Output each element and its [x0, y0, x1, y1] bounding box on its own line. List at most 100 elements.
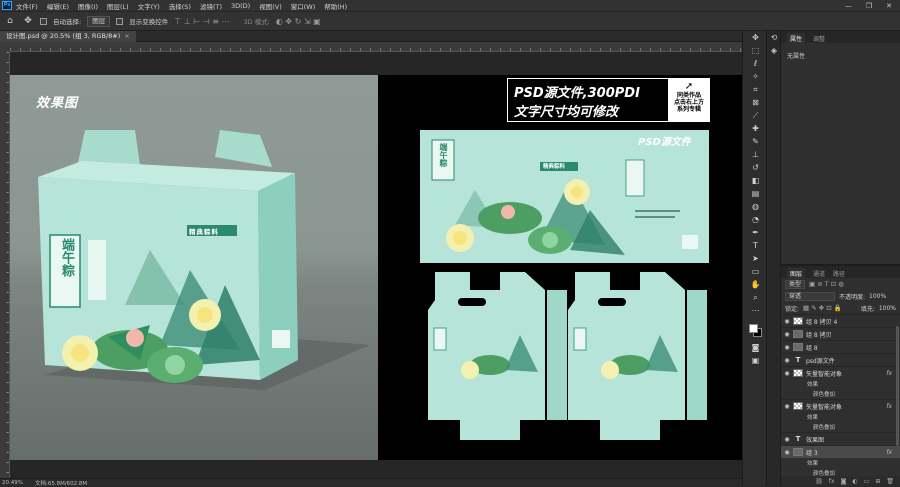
canvas-area[interactable]: 效果图 端午粽 精典粽料 PSD源文件,300PDI 文字尺寸均可修改 ➚ 同类…	[10, 52, 742, 478]
healing-brush-icon[interactable]: ✚	[743, 122, 768, 135]
layer-row-selected[interactable]: ◉ 组 3 fx	[781, 445, 900, 458]
brush-icon[interactable]: ✎	[743, 135, 768, 148]
layers-tabs: 图层 通道 路径	[781, 266, 900, 278]
visibility-eye-icon[interactable]: ◉	[781, 318, 793, 325]
magic-wand-icon[interactable]: ✧	[743, 70, 768, 83]
tab-layers[interactable]: 图层	[787, 268, 806, 278]
pen-icon[interactable]: ✒	[743, 226, 768, 239]
layers-scrollbar[interactable]	[896, 326, 899, 446]
move-tool-icon[interactable]: ✥	[22, 15, 34, 27]
tab-adjustments[interactable]: 调整	[813, 34, 825, 43]
menu-file[interactable]: 文件(F)	[16, 1, 38, 11]
move-icon[interactable]: ✥	[743, 31, 768, 44]
lock-icons[interactable]: ▦ ✎ ✥ ⊡ 🔒	[803, 304, 842, 312]
minimize-button[interactable]: —	[845, 2, 852, 10]
maximize-button[interactable]: ❐	[866, 2, 872, 10]
new-layer-icon[interactable]: ⊞	[875, 478, 880, 485]
visibility-eye-icon[interactable]: ◉	[781, 370, 793, 377]
layer-filter-icons[interactable]: ▣ ⊘ T ⊡ ◍	[809, 280, 844, 288]
layer-thumbnail	[793, 369, 803, 377]
menu-layer[interactable]: 图层(L)	[107, 1, 129, 11]
opacity-value[interactable]: 100%	[869, 293, 886, 300]
adjustment-icon[interactable]: ◐	[852, 478, 857, 485]
new-group-icon[interactable]: ▭	[864, 478, 870, 485]
more-tools-icon[interactable]: ⋯	[743, 304, 768, 317]
color-swatches[interactable]	[743, 321, 768, 341]
color-panel-icon[interactable]: ◈	[767, 44, 781, 57]
visibility-eye-icon[interactable]: ◉	[781, 436, 793, 443]
layer-row[interactable]: ◉ 组 8	[781, 340, 900, 353]
quick-mask-icon[interactable]: ◙	[743, 341, 768, 354]
zoom-level[interactable]: 20.49%	[2, 480, 23, 486]
tab-channels[interactable]: 通道	[813, 269, 825, 278]
type-icon[interactable]: T	[743, 239, 768, 252]
fx-add-icon[interactable]: fx	[829, 478, 835, 485]
fx-icon[interactable]: fx	[886, 403, 892, 410]
tab-close-icon[interactable]: ×	[124, 32, 129, 40]
fill-label: 填充:	[860, 305, 875, 313]
foreground-color-swatch[interactable]	[749, 324, 758, 333]
fx-icon[interactable]: fx	[886, 449, 892, 456]
tab-properties[interactable]: 属性	[787, 33, 806, 43]
doc-info[interactable]: 文档:65.8M/602.8M	[35, 479, 87, 487]
auto-select-checkbox[interactable]	[40, 17, 47, 25]
menu-3d[interactable]: 3D(D)	[231, 2, 250, 10]
stamp-icon[interactable]: ⊥	[743, 148, 768, 161]
eraser-icon[interactable]: ◧	[743, 174, 768, 187]
close-button[interactable]: ✕	[886, 2, 892, 10]
layer-row[interactable]: ◉ 组 8 拷贝 4	[781, 314, 900, 327]
effect-item-row[interactable]: 颜色叠加	[781, 422, 900, 432]
menu-select[interactable]: 选择(S)	[169, 1, 191, 11]
layer-row[interactable]: ◉ 组 8 拷贝	[781, 327, 900, 340]
menu-filter[interactable]: 滤镜(T)	[200, 1, 222, 11]
layer-row[interactable]: ◉ T 效果图	[781, 432, 900, 445]
tab-paths[interactable]: 路径	[833, 269, 845, 278]
menu-window[interactable]: 窗口(W)	[291, 1, 316, 11]
align-icons[interactable]: ⊤ ⊥ ⊢ ⊣ ≡ ⋯	[174, 17, 229, 26]
zoom-icon[interactable]: ⌕	[743, 291, 768, 304]
delete-icon[interactable]: 🗑	[886, 478, 894, 485]
artboard[interactable]: 效果图 端午粽 精典粽料 PSD源文件,300PDI 文字尺寸均可修改 ➚ 同类…	[10, 75, 742, 460]
layer-row[interactable]: ◉ 矢量智能对象 fx	[781, 366, 900, 379]
menu-image[interactable]: 图像(I)	[78, 1, 98, 11]
eyedropper-icon[interactable]: ⟋	[743, 109, 768, 122]
blend-mode-dropdown[interactable]: 穿透	[785, 291, 835, 301]
dodge-icon[interactable]: ◔	[743, 213, 768, 226]
hand-icon[interactable]: ✋	[743, 278, 768, 291]
menu-help[interactable]: 帮助(H)	[324, 1, 347, 11]
crop-icon[interactable]: ⌗	[743, 83, 768, 96]
gradient-icon[interactable]: ▤	[743, 187, 768, 200]
blur-icon[interactable]: ◍	[743, 200, 768, 213]
menu-view[interactable]: 视图(V)	[259, 1, 282, 11]
vertical-ruler[interactable]	[0, 52, 10, 478]
layer-kind-filter[interactable]: 类型	[785, 279, 806, 289]
3d-mode-icons[interactable]: ◐ ✥ ↻ ⇲ ▣	[276, 17, 321, 26]
shape-icon[interactable]: ▭	[743, 265, 768, 278]
auto-select-dropdown[interactable]: 图层	[87, 15, 111, 27]
visibility-eye-icon[interactable]: ◉	[781, 403, 793, 410]
visibility-eye-icon[interactable]: ◉	[781, 449, 793, 456]
screen-mode-icon[interactable]: ▣	[743, 354, 768, 367]
marquee-icon[interactable]: ⬚	[743, 44, 768, 57]
lasso-icon[interactable]: ℓ	[743, 57, 768, 70]
show-transform-checkbox[interactable]	[116, 17, 124, 25]
horizontal-ruler[interactable]	[10, 42, 742, 52]
history-panel-icon[interactable]: ⟲	[767, 31, 781, 44]
home-icon[interactable]: ⌂	[4, 15, 16, 27]
menu-edit[interactable]: 编辑(E)	[47, 1, 69, 11]
layer-row[interactable]: ◉ T psd源文件	[781, 353, 900, 366]
visibility-eye-icon[interactable]: ◉	[781, 331, 793, 338]
visibility-eye-icon[interactable]: ◉	[781, 344, 793, 351]
effect-item-row[interactable]: 颜色叠加	[781, 389, 900, 399]
fill-value[interactable]: 100%	[879, 305, 896, 312]
fx-icon[interactable]: fx	[886, 370, 892, 377]
document-tab[interactable]: 设计图.psd @ 20.5% (组 3, RGB/8#) ×	[0, 31, 136, 42]
layer-row[interactable]: ◉ 矢量智能对象 fx	[781, 399, 900, 412]
history-brush-icon[interactable]: ↺	[743, 161, 768, 174]
mask-icon[interactable]: ◙	[841, 478, 847, 485]
frame-icon[interactable]: ⊠	[743, 96, 768, 109]
link-icon[interactable]: ⛓	[815, 478, 823, 485]
visibility-eye-icon[interactable]: ◉	[781, 357, 793, 364]
path-select-icon[interactable]: ➤	[743, 252, 768, 265]
menu-type[interactable]: 文字(Y)	[138, 1, 160, 11]
